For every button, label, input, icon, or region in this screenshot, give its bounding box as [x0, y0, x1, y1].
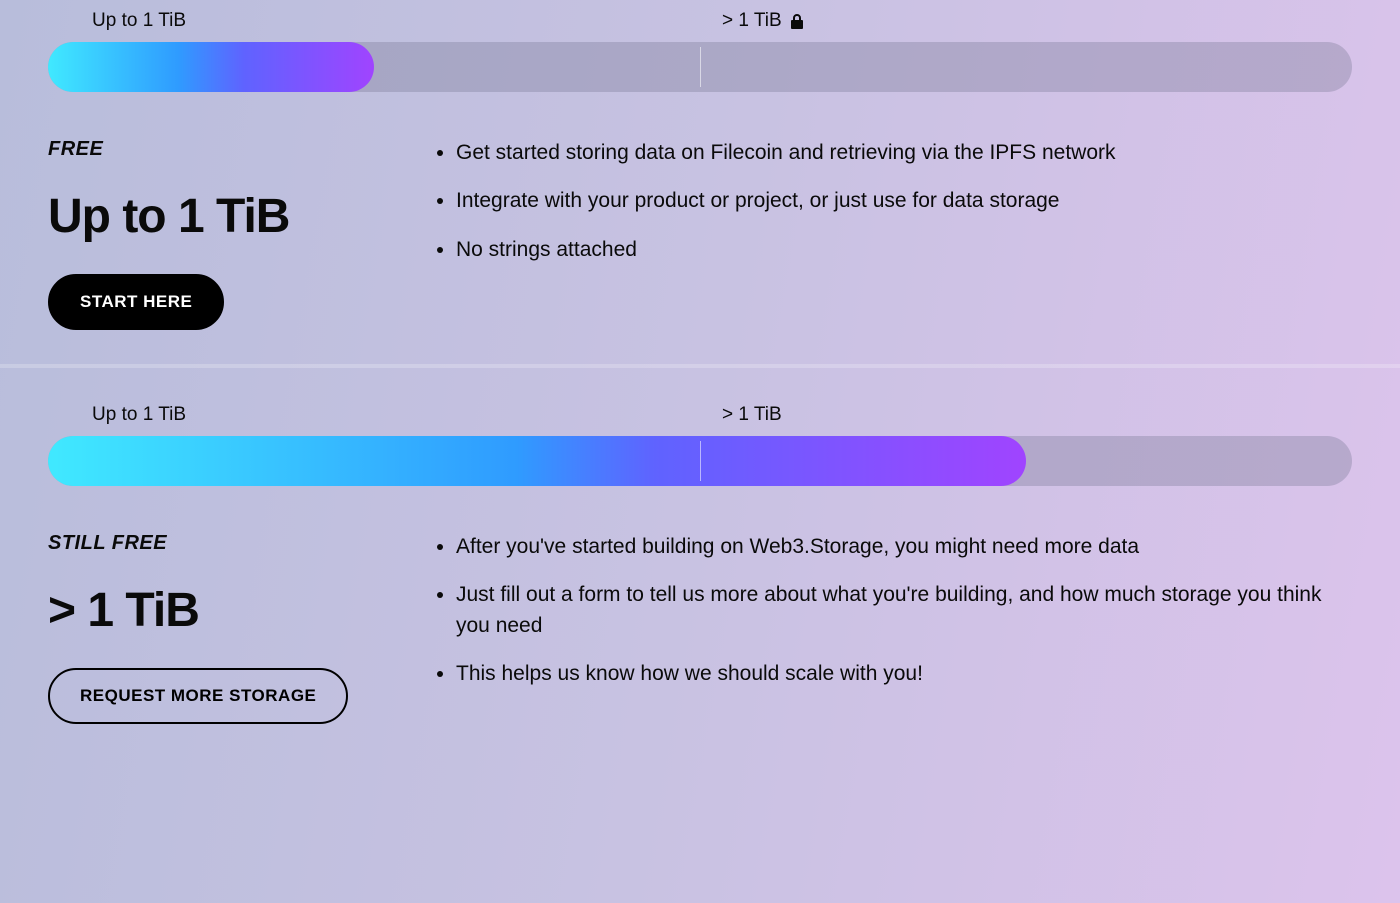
tier-content: FREE Up to 1 TiB START HERE Get started … [48, 138, 1352, 330]
feature-item: After you've started building on Web3.St… [456, 532, 1352, 562]
storage-progress-fill [48, 436, 1026, 486]
tier-features: After you've started building on Web3.St… [428, 532, 1352, 724]
feature-list: Get started storing data on Filecoin and… [428, 138, 1352, 265]
storage-progress-divider [700, 441, 701, 481]
storage-bar-labels: Up to 1 TiB > 1 TiB [92, 10, 1352, 32]
tier-summary: STILL FREE > 1 TiB REQUEST MORE STORAGE [48, 532, 388, 724]
storage-bar-labels: Up to 1 TiB > 1 TiB [92, 404, 1352, 426]
bar-label-upto-1tib: Up to 1 TiB [92, 10, 722, 32]
storage-progress-bar [48, 436, 1352, 486]
request-more-storage-button[interactable]: REQUEST MORE STORAGE [48, 668, 348, 724]
tier-free: Up to 1 TiB > 1 TiB FREE Up to 1 TiB STA… [0, 0, 1400, 364]
bar-label-over-1tib-text: > 1 TiB [722, 10, 782, 32]
tier-content: STILL FREE > 1 TiB REQUEST MORE STORAGE … [48, 532, 1352, 724]
start-here-button[interactable]: START HERE [48, 274, 224, 330]
tier-badge: STILL FREE [48, 532, 388, 555]
storage-progress-bar [48, 42, 1352, 92]
feature-item: Integrate with your product or project, … [456, 186, 1352, 216]
storage-progress-divider [700, 47, 701, 87]
tier-features: Get started storing data on Filecoin and… [428, 138, 1352, 330]
feature-item: No strings attached [456, 235, 1352, 265]
bar-label-over-1tib: > 1 TiB [722, 10, 804, 32]
tier-heading: Up to 1 TiB [48, 189, 388, 244]
storage-progress-fill [48, 42, 374, 92]
feature-item: Just fill out a form to tell us more abo… [456, 580, 1352, 641]
tier-summary: FREE Up to 1 TiB START HERE [48, 138, 388, 330]
feature-item: Get started storing data on Filecoin and… [456, 138, 1352, 168]
lock-icon [790, 13, 804, 29]
bar-label-over-1tib: > 1 TiB [722, 404, 782, 426]
bar-label-over-1tib-text: > 1 TiB [722, 404, 782, 426]
bar-label-upto-1tib: Up to 1 TiB [92, 404, 722, 426]
feature-item: This helps us know how we should scale w… [456, 659, 1352, 689]
feature-list: After you've started building on Web3.St… [428, 532, 1352, 690]
tier-heading: > 1 TiB [48, 583, 388, 638]
tier-still-free: Up to 1 TiB > 1 TiB STILL FREE > 1 TiB R… [0, 364, 1400, 758]
tier-badge: FREE [48, 138, 388, 161]
